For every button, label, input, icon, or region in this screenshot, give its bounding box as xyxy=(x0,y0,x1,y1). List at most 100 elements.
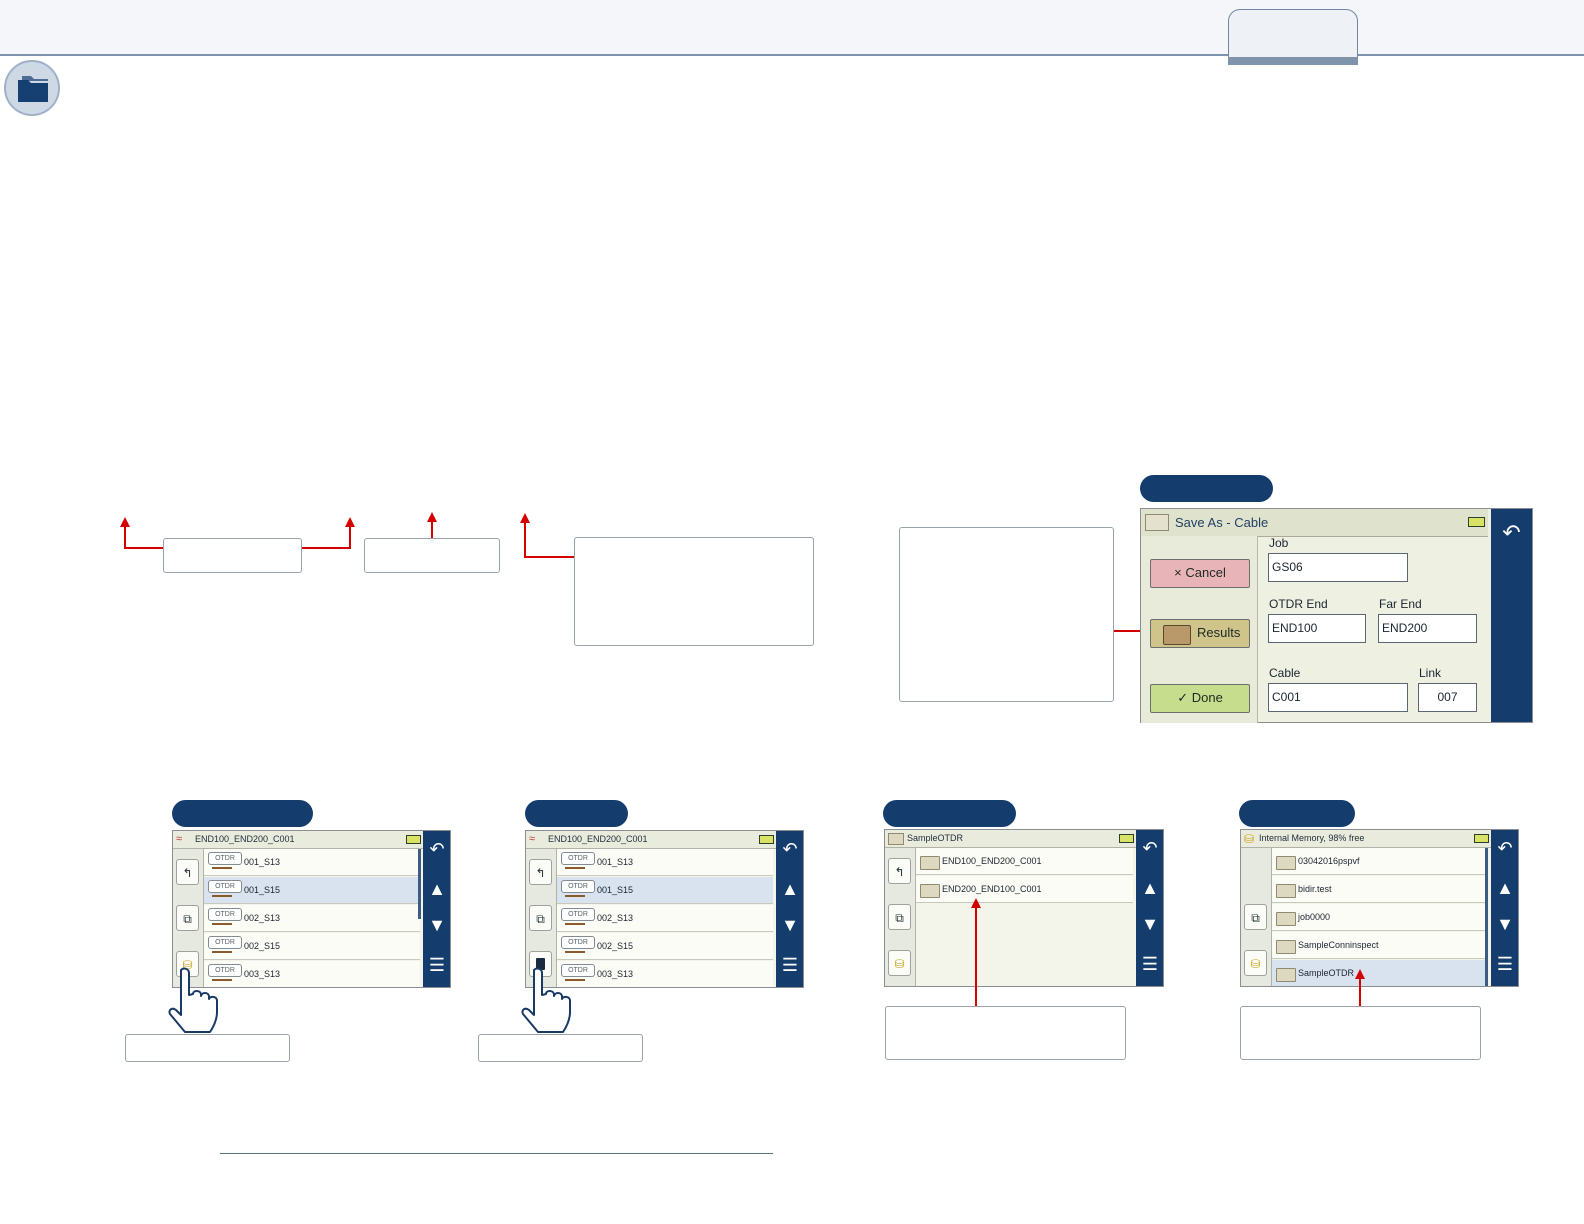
list-item[interactable]: OTDR 001_S13 xyxy=(204,849,420,876)
results-button[interactable]: Results xyxy=(1150,619,1250,648)
list-item[interactable]: job0000 xyxy=(1272,904,1488,931)
folder-name: SampleOTDR xyxy=(1298,968,1355,978)
cancel-button[interactable]: × Cancel xyxy=(1150,559,1250,588)
callout-box xyxy=(125,1034,290,1062)
back-icon[interactable]: ↶ xyxy=(776,839,803,859)
results-label: Results xyxy=(1197,625,1241,640)
trace-icon xyxy=(565,867,585,869)
scroll-up-icon[interactable]: ▲ xyxy=(1136,878,1163,898)
folder-icon xyxy=(1276,968,1296,982)
new-folder-button[interactable]: ⧉ xyxy=(176,905,199,931)
otdr-tag: OTDR xyxy=(561,852,595,865)
list-item[interactable]: OTDR 002_S13 xyxy=(557,905,773,932)
callout-box xyxy=(478,1034,643,1062)
screen4-label-pill xyxy=(1239,800,1355,827)
storage-button[interactable]: ⛁ xyxy=(1244,950,1267,976)
storage-button[interactable]: ⛁ xyxy=(888,950,911,976)
battery-icon xyxy=(1119,834,1134,843)
callout-arrow xyxy=(120,517,130,527)
back-icon[interactable]: ↶ xyxy=(1136,838,1163,858)
scroll-down-icon[interactable]: ▼ xyxy=(423,915,450,935)
back-icon[interactable]: ↶ xyxy=(1491,838,1518,858)
tapping-hand-icon xyxy=(168,967,218,1033)
menu-icon[interactable]: ☰ xyxy=(1136,954,1163,974)
scrollbar[interactable] xyxy=(418,849,421,919)
cable-icon: ≈ xyxy=(529,833,536,845)
job-field[interactable]: GS06 xyxy=(1268,553,1408,582)
scroll-up-icon[interactable]: ▲ xyxy=(1491,878,1518,898)
nav-column: ↶ ▲ ▼ ☰ xyxy=(423,831,450,987)
otdr-tag: OTDR xyxy=(561,936,595,949)
list-item[interactable]: SampleConninspect xyxy=(1272,932,1488,959)
scroll-down-icon[interactable]: ▼ xyxy=(776,915,803,935)
done-button[interactable]: ✓ Done xyxy=(1150,684,1250,713)
nav-column: ↶ ▲ ▼ ☰ xyxy=(1491,830,1518,986)
callout-arrow xyxy=(427,512,437,522)
callout-arrow xyxy=(520,513,530,523)
new-folder-button[interactable]: ⧉ xyxy=(529,905,552,931)
screen-title-bar: SampleOTDR xyxy=(885,830,1136,848)
parent-folder-button[interactable]: ↰ xyxy=(529,859,552,885)
nav-column: ↶ ▲ ▼ ☰ xyxy=(1136,830,1163,986)
file-browser-screen-4: ⛁ Internal Memory, 98% free ⧉ ⛁ 03042016… xyxy=(1240,829,1519,987)
new-folder-button[interactable]: ⧉ xyxy=(888,904,911,930)
scroll-up-icon[interactable]: ▲ xyxy=(423,879,450,899)
list-item[interactable]: OTDR 003_S13 xyxy=(557,961,773,987)
list-item[interactable]: OTDR 002_S13 xyxy=(204,905,420,932)
menu-icon[interactable]: ☰ xyxy=(1491,954,1518,974)
file-browser-screen-2: ≈ END100_END200_C001 ↰ ⧉ OTDR 001_S13 OTD… xyxy=(525,830,804,988)
dialog-title-bar: Save As - Cable xyxy=(1141,509,1488,537)
list-item[interactable]: bidir.test xyxy=(1272,876,1488,903)
list-item[interactable]: OTDR 001_S13 xyxy=(557,849,773,876)
folder-icon xyxy=(1276,912,1296,926)
menu-icon[interactable]: ☰ xyxy=(776,955,803,975)
dialog-title: Save As - Cable xyxy=(1175,515,1269,530)
new-folder-button[interactable]: ⧉ xyxy=(1244,904,1267,930)
link-field[interactable]: 007 xyxy=(1418,683,1477,712)
scroll-down-icon[interactable]: ▼ xyxy=(1491,914,1518,934)
cable-field[interactable]: C001 xyxy=(1268,683,1408,712)
scrollbar[interactable] xyxy=(1485,848,1488,986)
folder-name: END100_END200_C001 xyxy=(942,856,1042,866)
callout-leader xyxy=(349,526,351,549)
callout-leader xyxy=(124,547,163,549)
screen-title: END100_END200_C001 xyxy=(548,834,648,844)
callout-box xyxy=(885,1006,1126,1060)
parent-folder-button[interactable]: ↰ xyxy=(176,859,199,885)
screen-title-bar: ≈ END100_END200_C001 xyxy=(173,831,423,849)
list-item[interactable]: END100_END200_C001 xyxy=(916,848,1133,875)
cancel-label: Cancel xyxy=(1185,565,1226,580)
otdr-tag: OTDR xyxy=(561,880,595,893)
trace-icon xyxy=(565,895,585,897)
list-item[interactable]: OTDR 003_S13 xyxy=(204,961,420,987)
screen-title: Internal Memory, 98% free xyxy=(1259,833,1365,843)
list-item[interactable]: 03042016pspvf xyxy=(1272,848,1488,875)
scroll-up-icon[interactable]: ▲ xyxy=(776,879,803,899)
screen-title-bar: ⛁ Internal Memory, 98% free xyxy=(1241,830,1491,848)
file-name: 001_S13 xyxy=(597,857,634,867)
folder-icon xyxy=(920,884,940,898)
list-item[interactable]: OTDR 002_S15 xyxy=(557,933,773,960)
list-item[interactable]: OTDR 002_S15 xyxy=(204,933,420,960)
list-item[interactable]: END200_END100_C001 xyxy=(916,876,1133,903)
file-name: 002_S13 xyxy=(244,913,281,923)
list-item-selected[interactable]: SampleOTDR xyxy=(1272,960,1488,986)
otdr-end-field[interactable]: END100 xyxy=(1268,614,1366,643)
folder-name: END200_END100_C001 xyxy=(942,884,1042,894)
trace-icon xyxy=(212,867,232,869)
list-item-selected[interactable]: OTDR 001_S15 xyxy=(204,877,420,904)
parent-folder-button[interactable]: ↰ xyxy=(888,858,911,884)
file-name: 001_S15 xyxy=(597,885,634,895)
screen-title: SampleOTDR xyxy=(907,833,964,843)
file-browser-screen-3: SampleOTDR ↰ ⧉ ⛁ END100_END200_C001 END2… xyxy=(884,829,1164,987)
list-item-selected[interactable]: OTDR 001_S15 xyxy=(557,877,773,904)
file-name: 002_S15 xyxy=(244,941,281,951)
callout-leader xyxy=(975,907,977,1006)
close-icon: × xyxy=(1174,565,1182,580)
back-icon[interactable]: ↶ xyxy=(423,839,450,859)
scroll-down-icon[interactable]: ▼ xyxy=(1136,914,1163,934)
back-icon[interactable]: ↶ xyxy=(1491,522,1532,544)
menu-icon[interactable]: ☰ xyxy=(423,955,450,975)
far-end-field[interactable]: END200 xyxy=(1378,614,1477,643)
trace-icon xyxy=(212,923,232,925)
